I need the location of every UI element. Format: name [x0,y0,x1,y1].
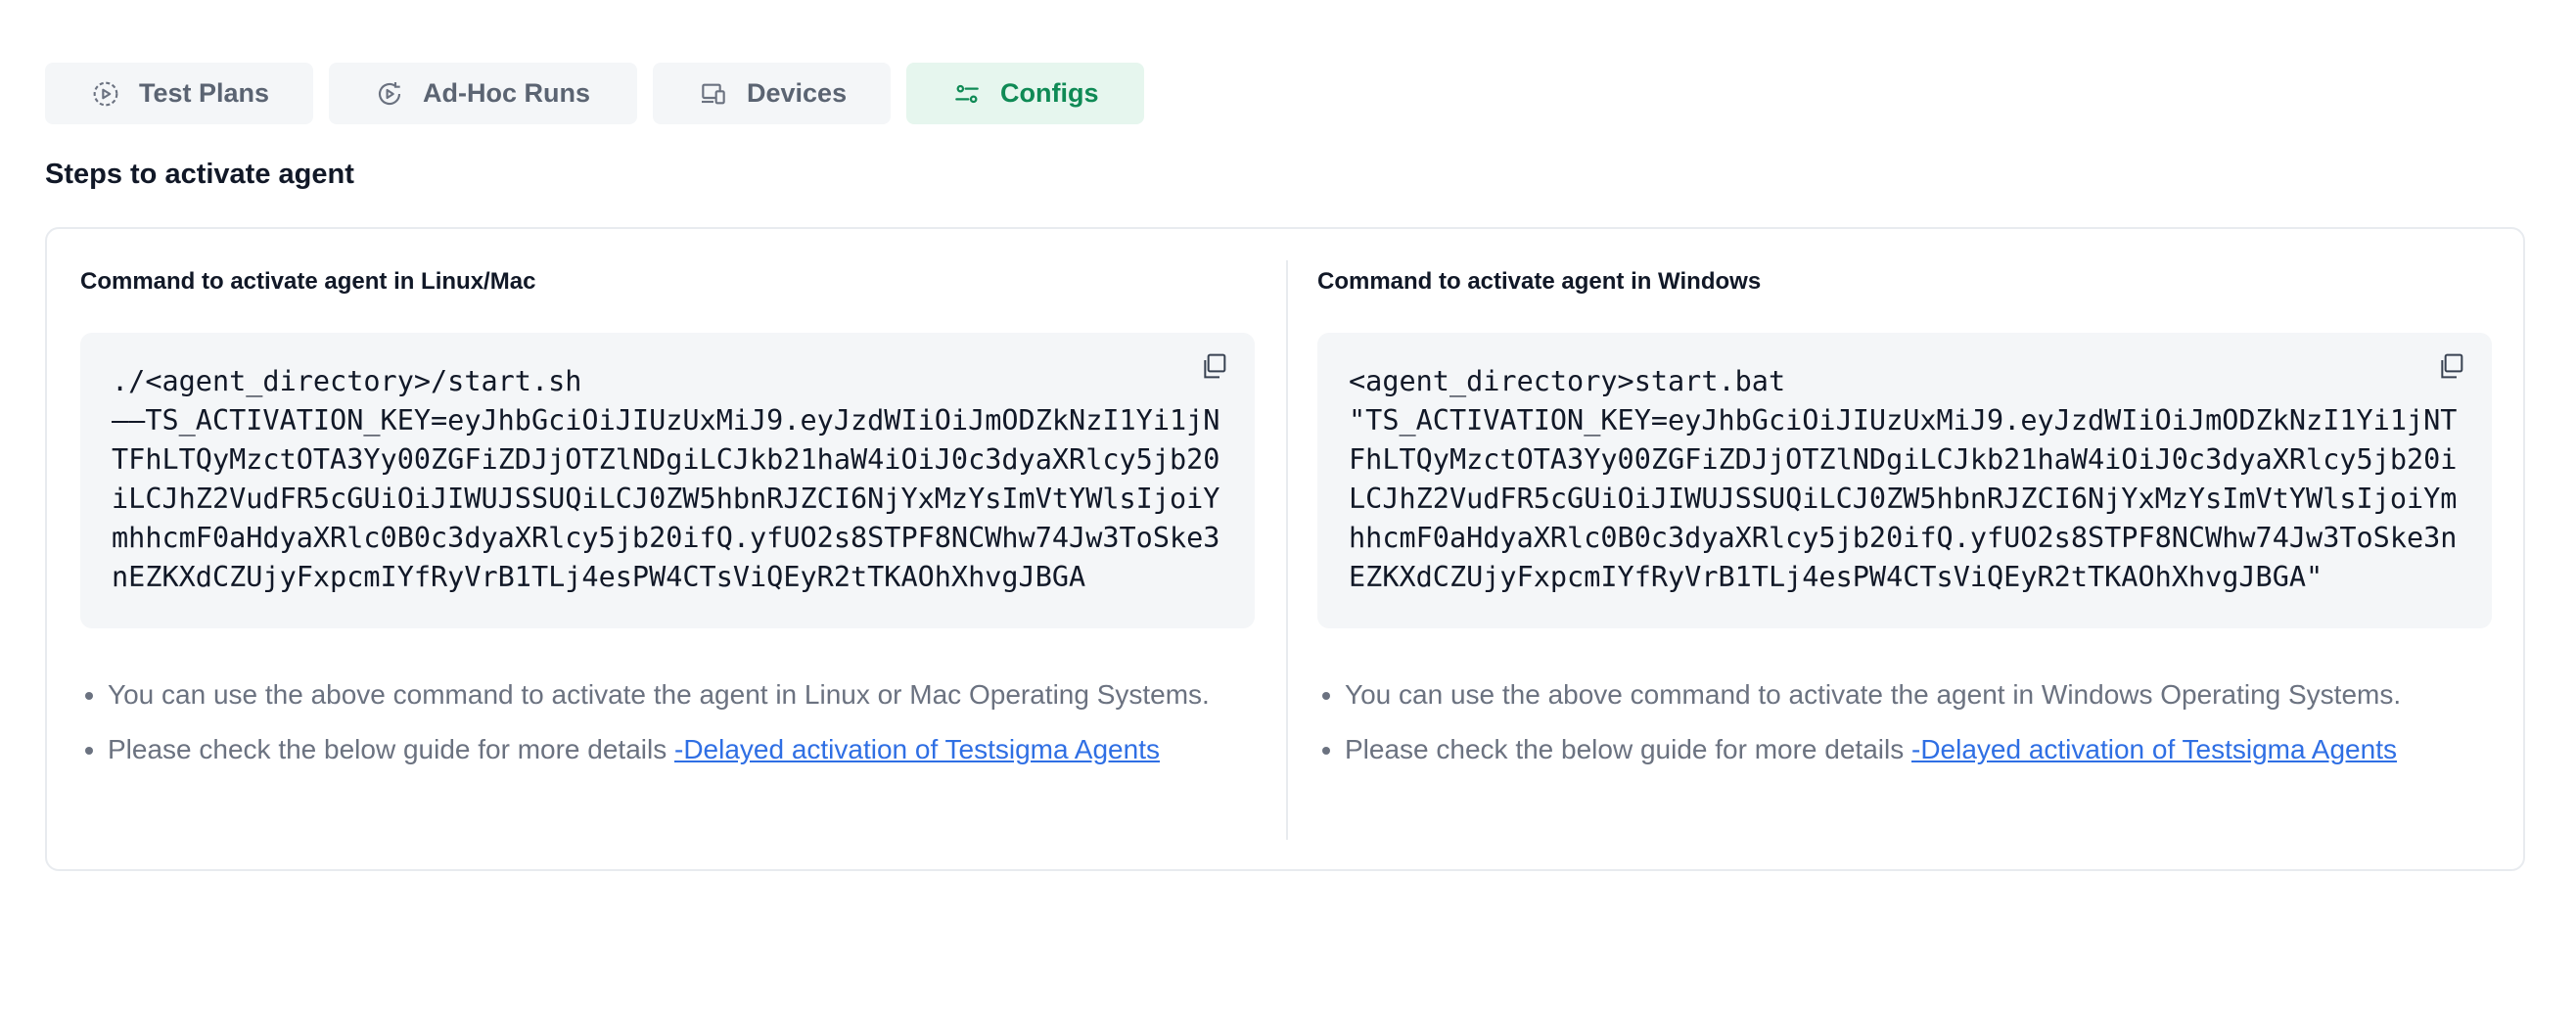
guide-prefix: Please check the below guide for more de… [108,734,674,764]
play-circle-icon [90,78,121,110]
tab-test-plans[interactable]: Test Plans [45,63,313,124]
windows-title: Command to activate agent in Windows [1317,268,1762,295]
list-item: You can use the above command to activat… [108,675,1255,714]
tab-devices[interactable]: Devices [653,63,891,124]
column-divider [1286,260,1288,840]
list-item: Please check the below guide for more de… [1345,730,2492,769]
linux-command-text[interactable]: ./<agent_directory>/start.sh ––TS_ACTIVA… [112,362,1221,597]
delayed-activation-link[interactable]: -Delayed activation of Testsigma Agents [1911,734,2397,764]
tab-ad-hoc-runs[interactable]: Ad-Hoc Runs [329,63,637,124]
copy-icon [1204,353,1226,379]
windows-command-box[interactable]: <agent_directory>start.bat "TS_ACTIVATIO… [1317,333,2492,628]
refresh-play-icon [374,78,405,110]
linux-mac-title: Command to activate agent in Linux/Mac [80,268,536,295]
windows-instructions: You can use the above command to activat… [1317,675,2492,785]
linux-instructions: You can use the above command to activat… [80,675,1255,785]
tab-label: Test Plans [139,78,270,108]
sliders-icon [951,78,983,110]
copy-linux-command-button[interactable] [1196,348,1231,384]
list-item: You can use the above command to activat… [1345,675,2492,714]
list-item: Please check the below guide for more de… [108,730,1255,769]
tab-configs[interactable]: Configs [906,63,1144,124]
copy-icon [2441,353,2463,379]
tab-label: Devices [747,78,848,108]
linux-command-box[interactable]: ./<agent_directory>/start.sh ––TS_ACTIVA… [80,333,1255,628]
guide-prefix: Please check the below guide for more de… [1345,734,1911,764]
activation-card: Command to activate agent in Linux/Mac .… [45,227,2525,871]
tab-label: Ad-Hoc Runs [423,78,590,108]
tab-bar: Test Plans Ad-Hoc Runs Devices Configs [45,63,1144,124]
delayed-activation-link[interactable]: -Delayed activation of Testsigma Agents [674,734,1160,764]
section-title: Steps to activate agent [45,159,354,190]
copy-windows-command-button[interactable] [2433,348,2468,384]
tab-label: Configs [1000,78,1099,108]
devices-icon [698,78,729,110]
windows-command-text[interactable]: <agent_directory>start.bat "TS_ACTIVATIO… [1349,362,2459,597]
